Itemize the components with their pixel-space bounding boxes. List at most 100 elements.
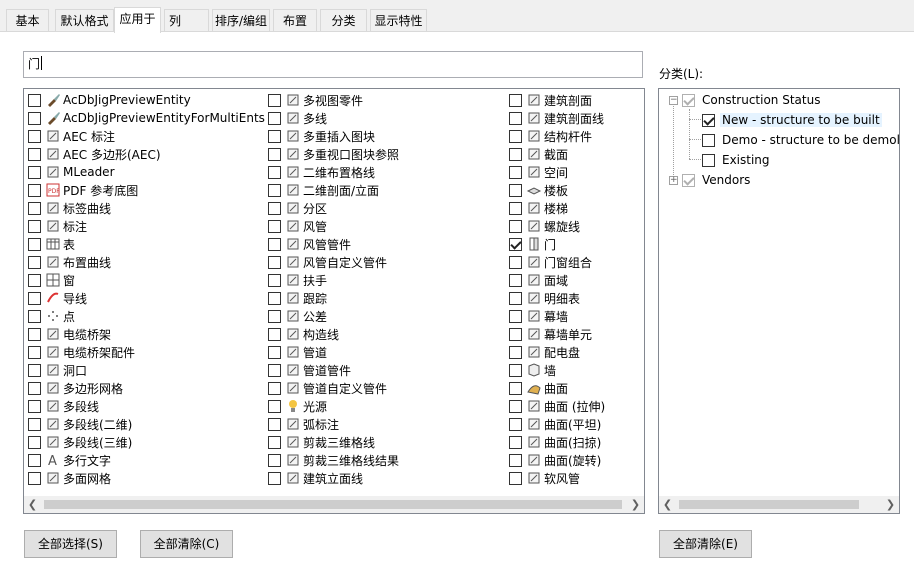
object-item[interactable]: 多面网格: [28, 469, 111, 487]
object-item[interactable]: 多线: [268, 109, 327, 127]
tree-scroll-thumb[interactable]: [679, 500, 859, 509]
object-checkbox[interactable]: [28, 201, 41, 215]
object-item[interactable]: 墙: [509, 361, 556, 379]
object-item[interactable]: 幕墙: [509, 307, 568, 325]
object-item[interactable]: 风管管件: [268, 235, 351, 253]
object-checkbox[interactable]: [28, 183, 41, 197]
object-item[interactable]: 布置曲线: [28, 253, 111, 271]
object-item[interactable]: 曲面 (拉伸): [509, 397, 605, 415]
object-checkbox[interactable]: [268, 435, 281, 449]
object-item[interactable]: MLeader: [28, 163, 115, 181]
object-checkbox[interactable]: [28, 129, 41, 143]
scroll-right-icon[interactable]: ❯: [627, 496, 644, 513]
tree-node-existing[interactable]: Existing: [702, 150, 772, 170]
object-checkbox[interactable]: [268, 471, 281, 485]
object-checkbox[interactable]: [268, 453, 281, 467]
object-checkbox[interactable]: [28, 147, 41, 161]
object-item[interactable]: 配电盘: [509, 343, 580, 361]
tree-horizontal-scrollbar[interactable]: ❮ ❯: [659, 496, 899, 513]
object-checkbox[interactable]: [509, 111, 522, 125]
object-item[interactable]: 分区: [268, 199, 327, 217]
object-checkbox[interactable]: [268, 363, 281, 377]
select-all-button[interactable]: 全部选择(S): [24, 530, 117, 558]
object-checkbox[interactable]: [268, 327, 281, 341]
object-item[interactable]: 管道自定义管件: [268, 379, 387, 397]
object-checkbox[interactable]: [268, 273, 281, 287]
object-checkbox[interactable]: [509, 381, 522, 395]
object-item[interactable]: 幕墙单元: [509, 325, 592, 343]
object-checkbox[interactable]: [268, 219, 281, 233]
object-item[interactable]: 明细表: [509, 289, 580, 307]
object-item[interactable]: 剪裁三维格线结果: [268, 451, 399, 469]
classification-tree[interactable]: − Construction Status New - structure to…: [658, 88, 900, 514]
expand-icon[interactable]: +: [669, 175, 678, 185]
tree-checkbox-demo[interactable]: [702, 133, 715, 147]
object-item[interactable]: 扶手: [268, 271, 327, 289]
object-checkbox[interactable]: [268, 201, 281, 215]
object-checkbox[interactable]: [28, 327, 41, 341]
object-checkbox[interactable]: [509, 237, 522, 251]
object-item[interactable]: 构造线: [268, 325, 339, 343]
object-checkbox[interactable]: [28, 291, 41, 305]
scroll-left-icon[interactable]: ❮: [24, 496, 41, 513]
tree-checkbox-vendors[interactable]: [682, 173, 695, 187]
object-item[interactable]: 软风管: [509, 469, 580, 487]
tree-node-construction-status[interactable]: − Construction Status: [669, 90, 822, 110]
object-checkbox[interactable]: [28, 165, 41, 179]
object-item[interactable]: 楼梯: [509, 199, 568, 217]
object-checkbox[interactable]: [28, 399, 41, 413]
object-checkbox[interactable]: [509, 273, 522, 287]
object-checkbox[interactable]: [509, 183, 522, 197]
object-checkbox[interactable]: [268, 111, 281, 125]
object-item[interactable]: AcDbJigPreviewEntity: [28, 91, 191, 109]
object-checkbox[interactable]: [509, 291, 522, 305]
object-checkbox[interactable]: [268, 291, 281, 305]
object-item[interactable]: AcDbJigPreviewEntityForMultiEnts: [28, 109, 265, 127]
object-item[interactable]: 风管自定义管件: [268, 253, 387, 271]
object-checkbox[interactable]: [268, 147, 281, 161]
object-item[interactable]: 楼板: [509, 181, 568, 199]
tab-applies-to[interactable]: 应用于: [114, 7, 161, 33]
object-item[interactable]: 截面: [509, 145, 568, 163]
object-item[interactable]: 建筑立面线: [268, 469, 363, 487]
object-checkbox[interactable]: [509, 93, 522, 107]
object-checkbox[interactable]: [28, 309, 41, 323]
object-checkbox[interactable]: [28, 219, 41, 233]
object-checkbox[interactable]: [509, 147, 522, 161]
object-item[interactable]: 曲面(旋转): [509, 451, 601, 469]
object-checkbox[interactable]: [28, 435, 41, 449]
object-checkbox[interactable]: [28, 381, 41, 395]
object-item[interactable]: AEC 多边形(AEC): [28, 145, 161, 163]
tab-basic[interactable]: 基本: [6, 9, 49, 31]
tree-scroll-right-icon[interactable]: ❯: [882, 496, 899, 513]
object-item[interactable]: 表: [28, 235, 75, 253]
object-item[interactable]: 电缆桥架: [28, 325, 111, 343]
object-checkbox[interactable]: [509, 309, 522, 323]
object-checkbox[interactable]: [268, 381, 281, 395]
object-item[interactable]: 跟踪: [268, 289, 327, 307]
object-checkbox[interactable]: [509, 129, 522, 143]
object-item[interactable]: 门窗组合: [509, 253, 592, 271]
object-item[interactable]: 门: [509, 235, 556, 253]
clear-all-button[interactable]: 全部清除(C): [140, 530, 233, 558]
object-checkbox[interactable]: [28, 255, 41, 269]
tree-node-vendors[interactable]: + Vendors: [669, 170, 752, 190]
tree-node-new[interactable]: New - structure to be built: [702, 110, 882, 130]
object-item[interactable]: 风管: [268, 217, 327, 235]
object-item[interactable]: 管道管件: [268, 361, 351, 379]
object-checkbox[interactable]: [509, 417, 522, 431]
tree-checkbox-existing[interactable]: [702, 153, 715, 167]
object-item[interactable]: 曲面(扫掠): [509, 433, 601, 451]
object-checkbox[interactable]: [509, 399, 522, 413]
object-checkbox[interactable]: [268, 93, 281, 107]
object-checkbox[interactable]: [268, 345, 281, 359]
object-item[interactable]: 曲面(平坦): [509, 415, 601, 433]
tab-classification[interactable]: 分类: [320, 9, 367, 31]
object-type-list[interactable]: AcDbJigPreviewEntity AcDbJigPreviewEntity…: [23, 88, 645, 514]
object-item[interactable]: 窗: [28, 271, 75, 289]
object-checkbox[interactable]: [28, 237, 41, 251]
object-checkbox[interactable]: [509, 363, 522, 377]
object-checkbox[interactable]: [509, 165, 522, 179]
object-checkbox[interactable]: [268, 165, 281, 179]
object-item[interactable]: 电缆桥架配件: [28, 343, 135, 361]
